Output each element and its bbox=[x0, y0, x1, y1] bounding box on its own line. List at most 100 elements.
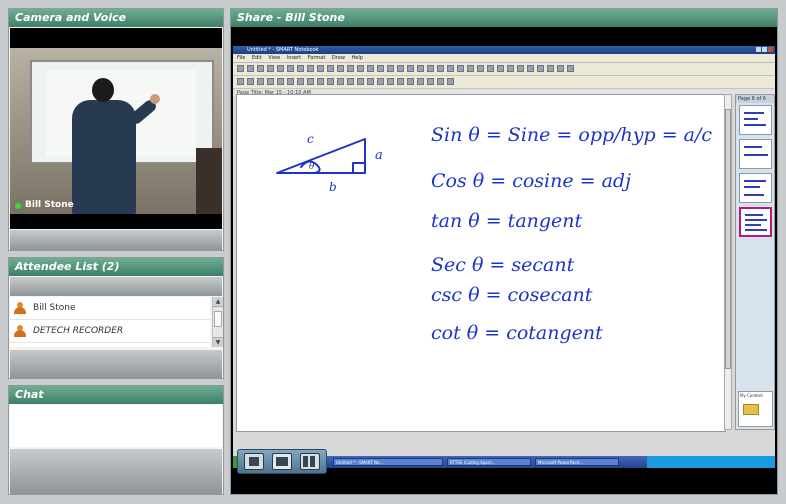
toolbar-tool-icon[interactable] bbox=[317, 65, 324, 72]
scroll-down-icon[interactable]: ▼ bbox=[213, 337, 223, 347]
page-thumbnail-selected[interactable] bbox=[739, 207, 772, 237]
toolbar-tool-icon[interactable] bbox=[377, 78, 384, 85]
window-controls[interactable] bbox=[755, 47, 773, 53]
share-view-controls bbox=[237, 449, 327, 474]
menu-edit[interactable]: Edit bbox=[252, 55, 262, 61]
toolbar-tool-icon[interactable] bbox=[287, 65, 294, 72]
toolbar-tool-icon[interactable] bbox=[567, 65, 574, 72]
toolbar-tool-icon[interactable] bbox=[307, 78, 314, 85]
toolbar-tool-icon[interactable] bbox=[277, 78, 284, 85]
gallery-tab[interactable]: My Content bbox=[738, 391, 773, 427]
toolbar-tool-icon[interactable] bbox=[487, 65, 494, 72]
toolbar-tool-icon[interactable] bbox=[427, 78, 434, 85]
page-thumbnail[interactable] bbox=[739, 105, 772, 135]
toolbar-tool-icon[interactable] bbox=[467, 65, 474, 72]
taskbar-item[interactable]: RTTSE (Calling Span)... bbox=[447, 458, 531, 466]
menu-draw[interactable]: Draw bbox=[332, 55, 345, 61]
toolbar-tool-icon[interactable] bbox=[397, 78, 404, 85]
triangle-label-angle: θ bbox=[309, 162, 315, 172]
maximize-icon[interactable] bbox=[762, 47, 767, 52]
toolbar-tool-icon[interactable] bbox=[347, 78, 354, 85]
menu-view[interactable]: View bbox=[268, 55, 280, 61]
toolbar-tool-icon[interactable] bbox=[247, 78, 254, 85]
toolbar-tool-icon[interactable] bbox=[237, 65, 244, 72]
page-thumbnail[interactable] bbox=[739, 139, 772, 169]
camera-video[interactable]: Bill Stone bbox=[10, 28, 222, 229]
toolbar-tool-icon[interactable] bbox=[267, 78, 274, 85]
full-view-icon bbox=[303, 456, 308, 467]
view-window-button[interactable] bbox=[272, 453, 292, 470]
toolbar-tool-icon[interactable] bbox=[407, 78, 414, 85]
toolbar-tool-icon[interactable] bbox=[527, 65, 534, 72]
toolbar-tool-icon[interactable] bbox=[517, 65, 524, 72]
scroll-up-icon[interactable]: ▲ bbox=[213, 297, 223, 307]
toolbar-tool-icon[interactable] bbox=[277, 65, 284, 72]
toolbar-tool-icon[interactable] bbox=[387, 65, 394, 72]
chat-messages[interactable] bbox=[10, 405, 222, 447]
list-item[interactable]: Bill Stone bbox=[10, 297, 210, 320]
close-icon[interactable] bbox=[768, 47, 773, 52]
menu-help[interactable]: Help bbox=[352, 55, 363, 61]
toolbar-tool-icon[interactable] bbox=[457, 65, 464, 72]
toolbar-tool-icon[interactable] bbox=[247, 65, 254, 72]
toolbar-tool-icon[interactable] bbox=[387, 78, 394, 85]
page-thumbnail[interactable] bbox=[739, 173, 772, 203]
triangle-shape bbox=[276, 138, 366, 174]
taskbar-item[interactable]: Microsoft PowerPoint... bbox=[535, 458, 619, 466]
toolbar-tool-icon[interactable] bbox=[367, 65, 374, 72]
notebook-canvas[interactable]: c a b θ Sin θ = Sine = opp/hyp = a/c Cos… bbox=[236, 94, 726, 432]
toolbar-tool-icon[interactable] bbox=[417, 78, 424, 85]
toolbar-tool-icon[interactable] bbox=[377, 65, 384, 72]
canvas-scrollbar[interactable] bbox=[724, 94, 732, 430]
toolbar-tool-icon[interactable] bbox=[287, 78, 294, 85]
gallery-label: My Content bbox=[740, 393, 763, 398]
triangle-label-opp: a bbox=[375, 148, 383, 163]
minimize-icon[interactable] bbox=[756, 47, 761, 52]
formula-csc: csc θ = cosecant bbox=[431, 284, 593, 306]
toolbar-tool-icon[interactable] bbox=[327, 65, 334, 72]
toolbar-tool-icon[interactable] bbox=[237, 78, 244, 85]
toolbar-tool-icon[interactable] bbox=[347, 65, 354, 72]
toolbar-tool-icon[interactable] bbox=[357, 65, 364, 72]
toolbar-tool-icon[interactable] bbox=[537, 65, 544, 72]
toolbar-tool-icon[interactable] bbox=[267, 65, 274, 72]
menu-insert[interactable]: Insert bbox=[287, 55, 301, 61]
toolbar-tool-icon[interactable] bbox=[477, 65, 484, 72]
toolbar-tool-icon[interactable] bbox=[307, 65, 314, 72]
toolbar-tool-icon[interactable] bbox=[337, 78, 344, 85]
toolbar-tool-icon[interactable] bbox=[367, 78, 374, 85]
toolbar-tool-icon[interactable] bbox=[257, 65, 264, 72]
toolbar-tool-icon[interactable] bbox=[337, 65, 344, 72]
formula-sin: Sin θ = Sine = opp/hyp = a/c bbox=[431, 124, 712, 146]
scroll-thumb[interactable] bbox=[214, 311, 222, 327]
shared-screen[interactable]: Untitled * - SMART Notebook File Edit Vi… bbox=[233, 46, 775, 468]
toolbar-tool-icon[interactable] bbox=[407, 65, 414, 72]
toolbar-tool-icon[interactable] bbox=[497, 65, 504, 72]
toolbar-tool-icon[interactable] bbox=[557, 65, 564, 72]
toolbar-tool-icon[interactable] bbox=[417, 65, 424, 72]
toolbar-tool-icon[interactable] bbox=[297, 65, 304, 72]
toolbar-tool-icon[interactable] bbox=[447, 65, 454, 72]
menu-file[interactable]: File bbox=[237, 55, 245, 61]
toolbar-tool-icon[interactable] bbox=[507, 65, 514, 72]
toolbar-tool-icon[interactable] bbox=[297, 78, 304, 85]
list-item[interactable]: DETECH RECORDER bbox=[10, 320, 210, 343]
toolbar-tool-icon[interactable] bbox=[437, 78, 444, 85]
toolbar-tool-icon[interactable] bbox=[427, 65, 434, 72]
toolbar-tool-icon[interactable] bbox=[437, 65, 444, 72]
toolbar-tool-icon[interactable] bbox=[447, 78, 454, 85]
attendee-scrollbar[interactable]: ▲ ▼ bbox=[212, 297, 223, 347]
toolbar-tool-icon[interactable] bbox=[317, 78, 324, 85]
toolbar-tool-icon[interactable] bbox=[327, 78, 334, 85]
scroll-thumb[interactable] bbox=[725, 109, 731, 369]
toolbar-tool-icon[interactable] bbox=[397, 65, 404, 72]
view-fit-button[interactable] bbox=[244, 453, 264, 470]
view-full-button[interactable] bbox=[300, 453, 320, 470]
taskbar-item[interactable]: Untitled * - SMART No... bbox=[333, 458, 443, 466]
toolbar-tool-icon[interactable] bbox=[547, 65, 554, 72]
attendee-panel-title: Attendee List (2) bbox=[9, 258, 223, 276]
folder-icon[interactable] bbox=[743, 404, 759, 415]
menu-format[interactable]: Format bbox=[308, 55, 326, 61]
toolbar-tool-icon[interactable] bbox=[357, 78, 364, 85]
toolbar-tool-icon[interactable] bbox=[257, 78, 264, 85]
